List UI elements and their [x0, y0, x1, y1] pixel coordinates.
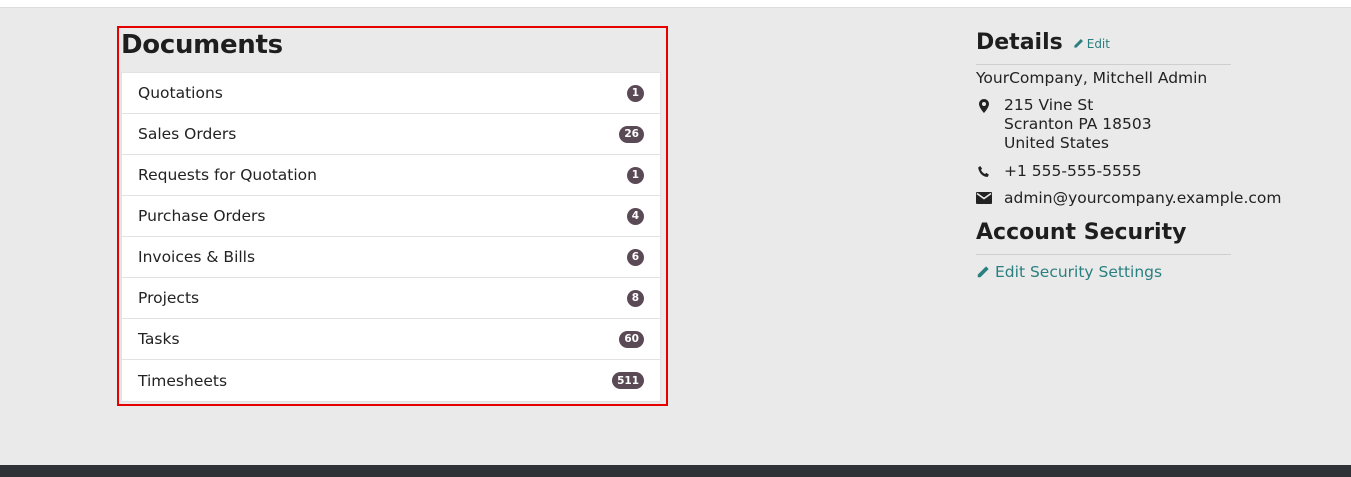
address-line: Scranton PA 18503: [1004, 115, 1152, 133]
list-item-projects[interactable]: Projects 8: [122, 278, 660, 319]
count-badge: 1: [626, 84, 644, 102]
pencil-icon: [1074, 39, 1083, 48]
list-item-label: Sales Orders: [138, 125, 237, 143]
list-item-label: Requests for Quotation: [138, 166, 317, 184]
count-badge: 8: [626, 289, 644, 307]
count-badge: 511: [612, 372, 644, 389]
count-badge: 4: [626, 207, 644, 225]
edit-link-label: Edit: [1086, 36, 1110, 51]
count-badge: 26: [619, 125, 644, 143]
account-security-title: Account Security: [976, 220, 1187, 245]
count-badge: 6: [626, 248, 644, 266]
map-marker-icon: [976, 96, 992, 153]
documents-title: Documents: [121, 30, 283, 60]
edit-security-settings-link[interactable]: Edit Security Settings: [976, 263, 1266, 281]
address-line: 215 Vine St: [1004, 96, 1094, 114]
details-title: Details: [976, 30, 1063, 55]
list-item-invoices-bills[interactable]: Invoices & Bills 6: [122, 237, 660, 278]
edit-details-link[interactable]: Edit: [1073, 37, 1110, 51]
envelope-icon: [976, 189, 992, 207]
email-row: admin@yourcompany.example.com: [976, 189, 1281, 207]
list-item-tasks[interactable]: Tasks 60: [122, 319, 660, 360]
list-item-label: Projects: [138, 289, 200, 307]
list-item-label: Quotations: [138, 84, 223, 102]
divider: [976, 254, 1231, 255]
list-item-label: Tasks: [138, 330, 180, 348]
count-badge: 1: [626, 166, 644, 184]
pencil-icon: [977, 266, 989, 278]
phone-row: +1 555-555-5555: [976, 162, 1266, 180]
count-badge: 60: [619, 330, 644, 348]
phone-number: +1 555-555-5555: [1004, 162, 1142, 180]
security-link-label: Edit Security Settings: [995, 263, 1163, 281]
divider: [976, 64, 1231, 65]
address-row: 215 Vine St Scranton PA 18503 United Sta…: [976, 96, 1266, 153]
list-item-quotations[interactable]: Quotations 1: [122, 73, 660, 114]
address-line: United States: [1004, 134, 1109, 152]
list-item-timesheets[interactable]: Timesheets 511: [122, 360, 660, 401]
top-navbar-edge: [0, 0, 1351, 8]
list-item-sales-orders[interactable]: Sales Orders 26: [122, 114, 660, 155]
list-item-label: Timesheets: [138, 371, 228, 390]
list-item-label: Invoices & Bills: [138, 248, 256, 266]
list-item-purchase-orders[interactable]: Purchase Orders 4: [122, 196, 660, 237]
details-panel: Details Edit YourCompany, Mitchell Admin…: [976, 30, 1281, 281]
details-header: Details Edit: [976, 30, 1266, 55]
address: 215 Vine St Scranton PA 18503 United Sta…: [1004, 96, 1152, 153]
company-name: YourCompany, Mitchell Admin: [976, 69, 1208, 87]
documents-list: Quotations 1 Sales Orders 26 Requests fo…: [121, 72, 661, 402]
list-item-requests-for-quotation[interactable]: Requests for Quotation 1: [122, 155, 660, 196]
email-address: admin@yourcompany.example.com: [1004, 189, 1282, 207]
phone-icon: [976, 162, 992, 180]
footer-bar: [0, 465, 1351, 477]
list-item-label: Purchase Orders: [138, 207, 266, 225]
